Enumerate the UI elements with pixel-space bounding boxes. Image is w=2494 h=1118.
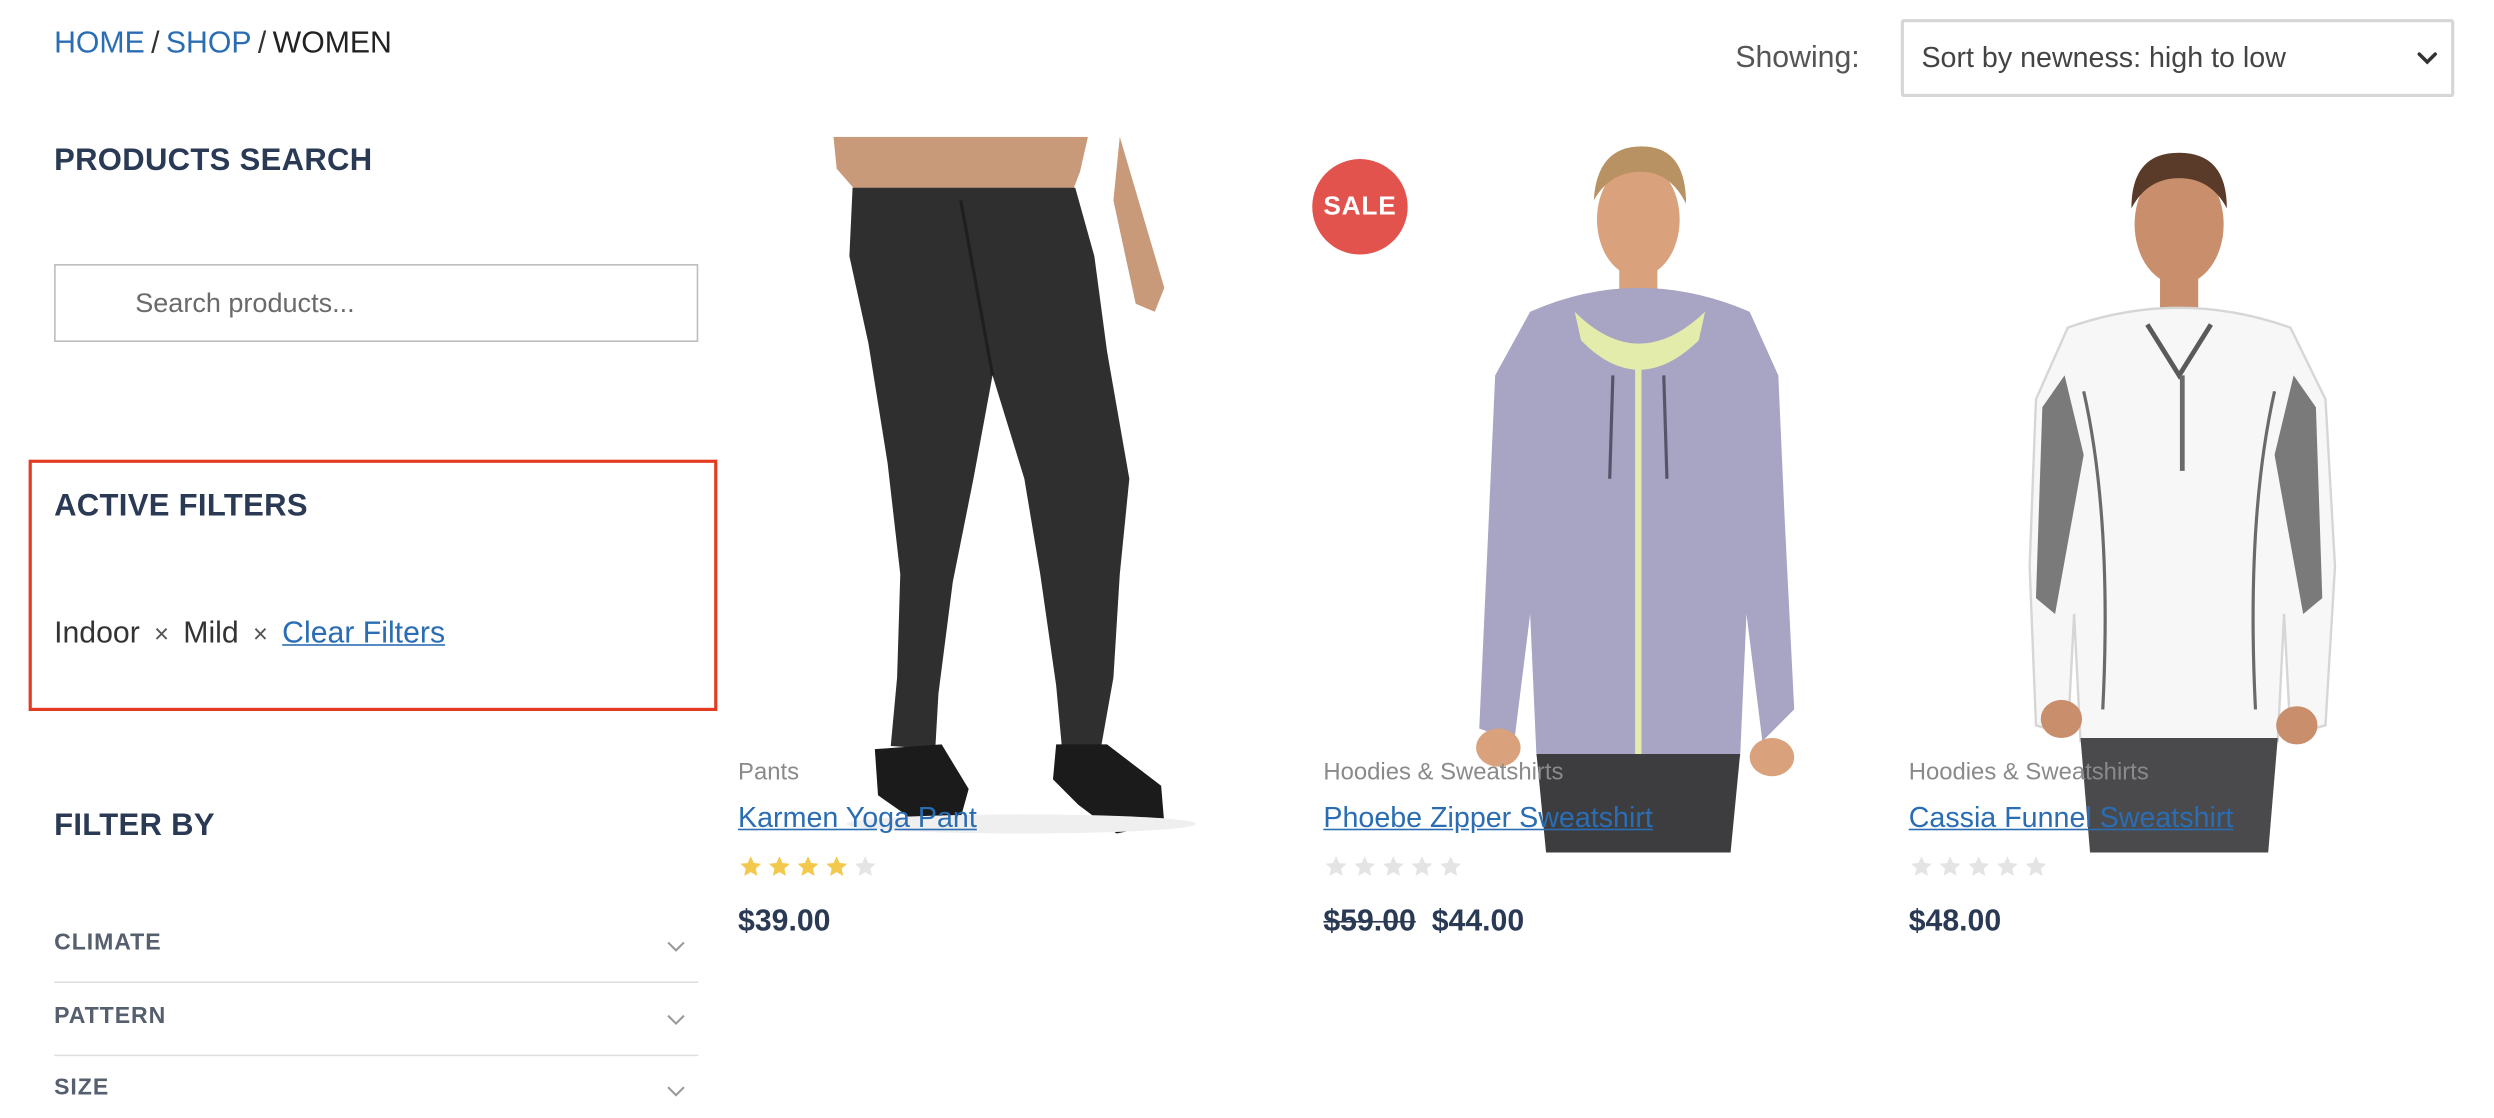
sale-badge: SALE [1312,159,1408,255]
product-price: $48.00 [1909,905,2001,940]
filter-group-label: CLIMATE [54,929,162,956]
star-icon [853,854,878,887]
product-category: Hoodies & Sweatshirts [1323,758,1564,786]
star-icon [1909,854,1934,887]
product-rating [1909,854,2049,887]
product-image[interactable] [738,136,1247,853]
chevron-down-icon [2403,50,2451,66]
product-category: Pants [738,758,800,786]
chevron-down-icon [666,1006,685,1031]
product-card[interactable] [1323,137,1832,853]
filter-group-label: PATTERN [54,1002,167,1029]
active-filter-label: Mild [183,617,239,651]
active-filter-label: Indoor [54,617,140,651]
product-price: $59.00 $44.00 [1323,905,1524,940]
active-filter-chip[interactable]: Indoor × [54,617,183,652]
remove-filter-icon[interactable]: × [154,622,169,649]
breadcrumb-shop-link[interactable]: SHOP [166,27,252,60]
active-filter-chip[interactable]: Mild × [183,617,282,652]
product-card[interactable] [738,136,1247,853]
product-name-link[interactable]: Phoebe Zipper Sweatshirt [1323,802,1652,835]
star-icon [1438,854,1463,887]
star-icon [767,854,792,887]
current-price: $44.00 [1431,905,1525,939]
product-image[interactable] [1323,137,1832,853]
product-name-link[interactable]: Cassia Funnel Sweatshirt [1909,802,2234,835]
star-icon [738,854,763,887]
chevron-down-icon [666,933,685,958]
star-icon [1937,854,1962,887]
clear-filters-link[interactable]: Clear Filters [282,617,445,652]
showing-label: Showing: [1735,41,1860,75]
breadcrumb-current: WOMEN [272,27,392,61]
search-input[interactable]: Search products... [54,264,699,342]
star-icon [2023,854,2048,887]
old-price: $59.00 [1323,905,1416,939]
breadcrumb-home-link[interactable]: HOME [54,27,145,60]
current-price: $39.00 [738,905,831,939]
breadcrumb-separator: / [257,27,267,61]
star-icon [1409,854,1434,887]
star-icon [1966,854,1991,887]
star-icon [1352,854,1377,887]
current-price: $48.00 [1908,905,2002,939]
product-name-link[interactable]: Karmen Yoga Pant [738,802,977,835]
active-filters-title: ACTIVE FILTERS [54,488,308,524]
filter-by-title: FILTER BY [54,808,215,844]
product-card[interactable] [1909,137,2418,853]
star-icon [1381,854,1406,887]
sort-select[interactable]: Sort by newness: high to low [1900,19,2455,98]
breadcrumb: HOME / SHOP / WOMEN [54,27,392,62]
chevron-down-icon [666,1078,685,1103]
search-placeholder: Search products... [135,287,355,318]
filter-group-label: SIZE [54,1075,110,1101]
products-search-title: PRODUCTS SEARCH [54,143,373,179]
breadcrumb-separator: / [151,27,160,61]
product-image[interactable] [1909,137,2418,853]
filter-group-climate[interactable]: CLIMATE [54,910,699,983]
shop-page: HOME / SHOP / WOMEN Showing: Sort by newness… [0,0,2494,1118]
sort-selected-value: Sort by newness: high to low [1921,41,2286,74]
remove-filter-icon[interactable]: × [253,622,268,649]
star-icon [795,854,820,887]
product-rating [738,854,878,887]
star-icon [1995,854,2020,887]
filter-group-size[interactable]: SIZE [54,1055,698,1118]
product-price: $39.00 [738,905,830,940]
product-rating [1323,854,1463,887]
filter-group-pattern[interactable]: PATTERN [54,983,699,1057]
active-filters-list: Indoor × Mild × Clear Filters [54,617,445,652]
star-icon [1323,854,1348,887]
product-category: Hoodies & Sweatshirts [1908,758,2149,786]
star-icon [824,854,849,887]
